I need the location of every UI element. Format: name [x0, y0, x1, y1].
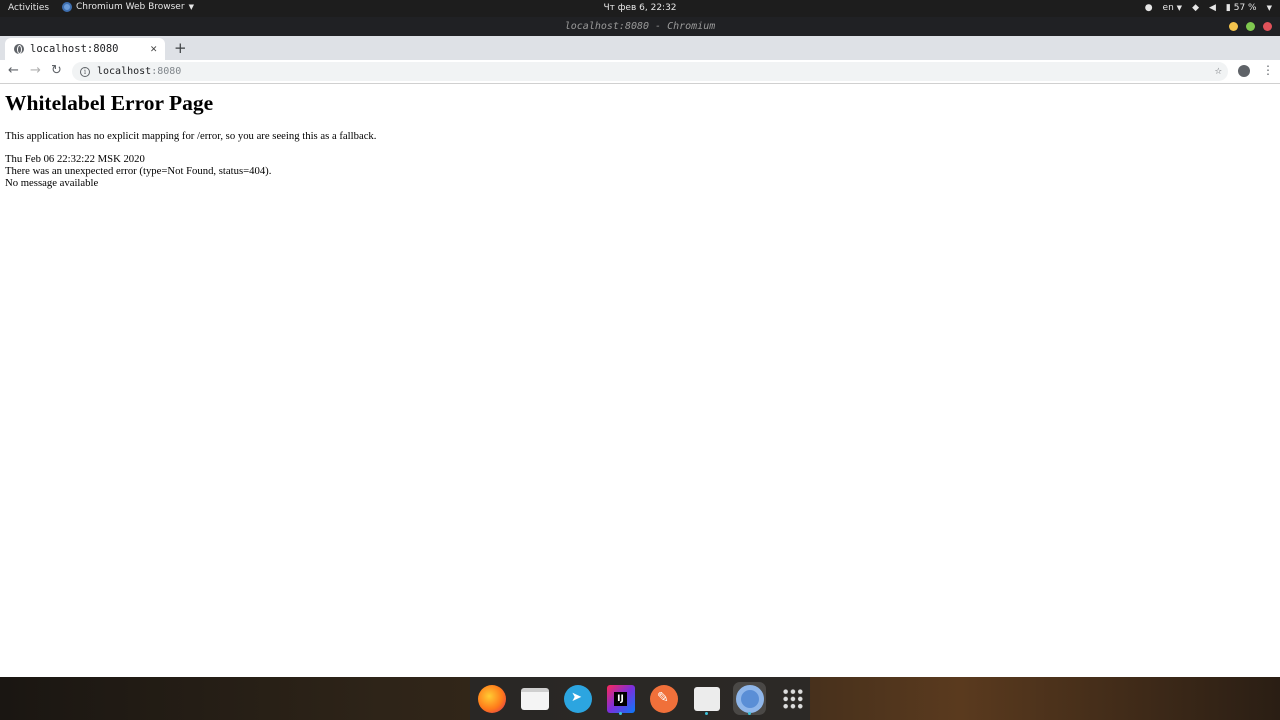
files-launcher[interactable]	[518, 682, 551, 715]
language-label: en	[1162, 3, 1174, 13]
web-page: Whitelabel Error Page This application h…	[0, 85, 1280, 677]
profile-avatar-icon[interactable]	[1238, 65, 1250, 77]
show-applications-icon	[781, 687, 804, 710]
window-title: localhost:8080 - Chromium	[564, 21, 716, 32]
tab-strip: localhost:8080 ✕ +	[0, 36, 1280, 60]
tab-title: localhost:8080	[30, 43, 119, 55]
intellij-idea-launcher[interactable]: IJ	[604, 682, 637, 715]
globe-icon	[14, 44, 24, 54]
chevron-down-icon: ▼	[1176, 4, 1183, 12]
back-button[interactable]: ←	[8, 63, 19, 78]
running-indicator	[748, 712, 751, 715]
battery-indicator: ▮ 57 %	[1226, 3, 1257, 13]
text-editor-launcher[interactable]	[647, 682, 680, 715]
reload-button[interactable]: ↻	[51, 63, 62, 78]
page-title: Whitelabel Error Page	[5, 91, 214, 115]
maximize-button[interactable]	[1246, 22, 1255, 31]
window-title-bar: localhost:8080 - Chromium	[0, 17, 1280, 36]
firefox-launcher[interactable]	[475, 682, 508, 715]
ubuntu-software-icon	[693, 686, 720, 711]
system-top-bar: Activities Chromium Web Browser ▼ Чт фев…	[0, 0, 1280, 17]
error-details: Thu Feb 06 22:32:22 MSK 2020 There was a…	[5, 153, 1275, 189]
site-info-icon[interactable]: i	[80, 66, 90, 77]
chromium-launcher[interactable]	[733, 682, 766, 715]
show-applications-button[interactable]	[776, 682, 809, 715]
text-editor-icon	[649, 684, 678, 713]
system-tray[interactable]: ● en ▼ ◆ ◀ ▮ 57 % ▼	[1145, 3, 1272, 13]
dock: IJ	[470, 677, 810, 720]
chevron-down-icon[interactable]: ▼	[1267, 4, 1272, 12]
files-icon	[520, 687, 549, 710]
idea-icon-label: IJ	[614, 691, 627, 706]
telegram-icon	[563, 684, 592, 713]
ubuntu-software-launcher[interactable]	[690, 682, 723, 715]
more-menu-icon[interactable]: ⋮	[1262, 63, 1274, 77]
running-indicator	[619, 712, 622, 715]
telegram-launcher[interactable]	[561, 682, 594, 715]
url-port: :8080	[151, 66, 182, 77]
network-indicator-icon[interactable]: ●	[1145, 3, 1153, 13]
close-window-button[interactable]	[1263, 22, 1272, 31]
tab-localhost[interactable]: localhost:8080 ✕	[5, 38, 165, 60]
running-indicator	[705, 712, 708, 715]
battery-percent: 57 %	[1233, 3, 1257, 13]
forward-button[interactable]: →	[30, 63, 41, 78]
address-bar[interactable]: i localhost:8080 ☆	[72, 62, 1228, 81]
language-indicator[interactable]: en ▼	[1163, 3, 1183, 13]
firefox-icon	[477, 684, 506, 713]
battery-icon: ▮	[1225, 3, 1231, 13]
browser-toolbar: ← → ↻ i localhost:8080 ☆ ⋮	[0, 60, 1280, 84]
error-description: There was an unexpected error (type=Not …	[5, 165, 272, 177]
clock[interactable]: Чт фев 6, 22:32	[0, 3, 1280, 13]
chromium-icon	[735, 684, 764, 713]
minimize-button[interactable]	[1229, 22, 1238, 31]
wifi-icon: ◆	[1192, 3, 1199, 13]
window-controls	[1229, 22, 1272, 31]
new-tab-button[interactable]: +	[174, 39, 187, 57]
close-tab-icon[interactable]: ✕	[150, 42, 157, 55]
bookmark-star-icon[interactable]: ☆	[1215, 63, 1222, 77]
intellij-idea-icon: IJ	[606, 684, 635, 713]
fallback-message: This application has no explicit mapping…	[5, 130, 377, 142]
error-message: No message available	[5, 177, 99, 189]
volume-icon: ◀	[1208, 3, 1216, 13]
error-timestamp: Thu Feb 06 22:32:22 MSK 2020	[5, 153, 145, 165]
url-host: localhost	[97, 66, 152, 77]
